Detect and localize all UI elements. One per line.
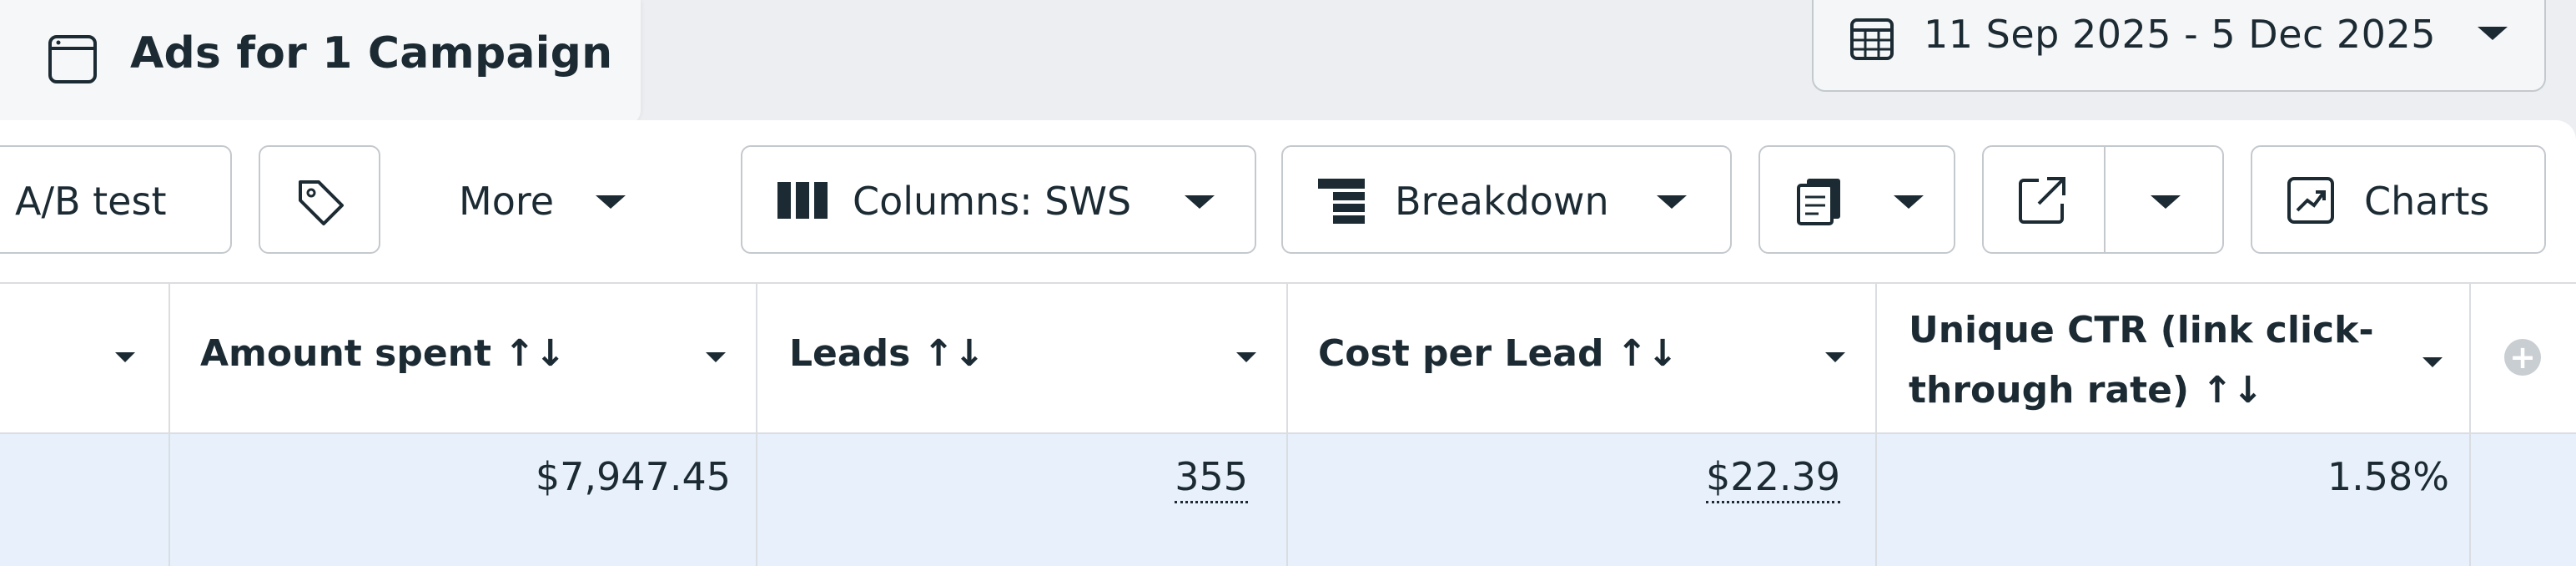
chevron-down-icon: [1894, 195, 1924, 209]
export-button-group[interactable]: [1982, 145, 2224, 254]
column-menu-icon[interactable]: [706, 352, 726, 362]
cell-cost-per-lead[interactable]: $22.39: [1585, 454, 1840, 503]
breakdown-button[interactable]: Breakdown: [1281, 145, 1732, 254]
columns-label: Columns: SWS: [853, 179, 1132, 224]
export-icon: [2019, 177, 2065, 224]
column-menu-icon[interactable]: [115, 352, 135, 362]
tag-icon: [299, 180, 344, 225]
campaign-tab[interactable]: Ads for 1 Campaign: [0, 0, 641, 125]
cost-per-lead-link[interactable]: $22.39: [1706, 454, 1840, 503]
cell-amount-spent: $7,947.45: [535, 454, 731, 499]
column-divider: [169, 284, 170, 566]
tab-title: Ads for 1 Campaign: [130, 28, 613, 78]
calendar-icon: [1850, 18, 1894, 60]
breakdown-icon: [1318, 179, 1365, 224]
chevron-down-icon: [596, 195, 626, 209]
window-icon: [48, 35, 97, 83]
more-button[interactable]: More: [400, 145, 659, 254]
chevron-down-icon[interactable]: [2151, 195, 2181, 209]
header-unique-ctr-line1[interactable]: Unique CTR (link click-: [1909, 309, 2374, 351]
column-divider: [756, 284, 757, 566]
more-label: More: [459, 179, 555, 224]
date-range-label: 11 Sep 2025 - 5 Dec 2025: [1924, 12, 2436, 57]
tag-button[interactable]: [259, 145, 380, 254]
chevron-down-icon: [2478, 27, 2508, 40]
columns-button[interactable]: Columns: SWS: [741, 145, 1256, 254]
ab-test-label: A/B test: [15, 179, 167, 224]
header-leads[interactable]: Leads ↑↓: [789, 332, 984, 375]
chevron-down-icon: [1657, 195, 1687, 209]
header-cost-per-lead[interactable]: Cost per Lead ↑↓: [1318, 332, 1678, 375]
column-menu-icon[interactable]: [1236, 352, 1256, 362]
header-unique-ctr-line2[interactable]: through rate) ↑↓: [1909, 369, 2263, 412]
split-divider: [2104, 147, 2106, 252]
column-divider: [1286, 284, 1288, 566]
column-menu-icon[interactable]: [1825, 352, 1845, 362]
row-divider: [0, 432, 2576, 434]
ab-test-button[interactable]: A/B test: [0, 145, 232, 254]
leads-link[interactable]: 355: [1175, 454, 1248, 503]
ads-panel: A/B test More Columns: SWS Breakdown Cha…: [0, 120, 2576, 566]
column-divider: [1875, 284, 1877, 566]
chart-icon: [2287, 177, 2334, 224]
cell-leads[interactable]: 355: [1084, 454, 1248, 503]
charts-button[interactable]: Charts: [2251, 145, 2546, 254]
charts-label: Charts: [2364, 179, 2490, 224]
chevron-down-icon: [1185, 195, 1215, 209]
breakdown-label: Breakdown: [1395, 179, 1609, 224]
column-menu-icon[interactable]: [2423, 357, 2443, 367]
reports-button[interactable]: [1758, 145, 1955, 254]
column-divider: [2469, 284, 2471, 566]
date-range-picker[interactable]: 11 Sep 2025 - 5 Dec 2025: [1812, 0, 2546, 92]
header-amount-spent[interactable]: Amount spent ↑↓: [200, 332, 566, 375]
reports-icon: [1797, 179, 1840, 225]
table-header-border: [0, 282, 2576, 284]
add-column-icon[interactable]: +: [2504, 339, 2541, 376]
cell-unique-ctr: 1.58%: [2327, 454, 2449, 499]
columns-icon: [777, 182, 828, 219]
